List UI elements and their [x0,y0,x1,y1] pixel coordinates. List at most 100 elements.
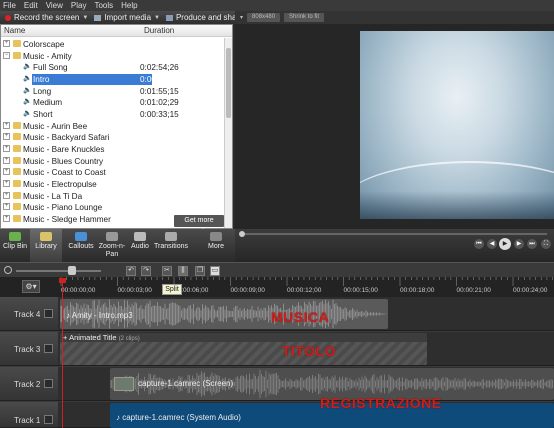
library-item-name: Music - Blues Country [23,156,104,166]
preview-menu-icon[interactable]: ▾ [240,14,243,21]
tool-more[interactable]: More [197,229,235,262]
expand-icon[interactable]: + [3,121,10,129]
library-folder-row[interactable]: + Music - Bare Knuckles [1,144,225,156]
chevron-down-icon: ▼ [82,14,89,21]
track-3-header[interactable]: Track 3 [0,332,58,366]
expand-icon[interactable]: + [3,191,10,199]
scrub-knob[interactable] [239,231,245,237]
library-folder-row[interactable]: + Music - Backyard Safari [1,132,225,144]
dimensions-dropdown[interactable]: 808x480 [247,13,281,22]
library-item-duration: 0:01:02;29 [140,98,179,108]
library-folder-row[interactable]: + Music - Piano Lounge [1,202,225,214]
preview-panel: ▾ 808x480 Shrink to fit [235,11,554,229]
menu-play[interactable]: Play [71,1,87,10]
track-1-header[interactable]: Track 1 [0,402,58,428]
tool-label: Clip Bin [2,243,28,250]
track-2-header[interactable]: Track 2 [0,367,58,401]
track-lock-icon[interactable] [44,309,53,318]
menu-edit[interactable]: Edit [24,1,38,10]
expand-icon[interactable]: + [3,156,10,164]
track-lock-icon[interactable] [44,379,53,388]
cut-button[interactable]: ✂ [162,266,172,276]
column-name-header[interactable]: Name [4,26,25,35]
timeline-ruler[interactable]: ⚙▾ 00:00:00;00 00:00:03;00 00:00:06;00 00:0… [0,277,554,297]
track-lock-icon[interactable] [44,344,53,353]
track-2-label: Track 2 [14,380,41,389]
collapse-icon[interactable]: − [3,51,10,59]
library-item-name: Music - Sledge Hammer [23,214,111,224]
import-media-label: Import media [104,13,152,22]
fullscreen-button[interactable]: ⛶ [541,239,551,249]
library-audio-row[interactable]: 🔈 Full Song 0:02:54;26 [1,62,225,74]
redo-button[interactable]: ↷ [141,266,151,276]
tool-zoom-n-pan[interactable]: Zoom-n- Pan [97,229,127,262]
library-item-name: Medium [33,98,63,108]
menu-tools[interactable]: Tools [94,1,113,10]
library-folder-row[interactable]: − Music - Amity [1,51,225,63]
zoom-n-pan-icon [106,232,118,241]
library-audio-row[interactable]: 🔈 Medium 0:01:02;29 [1,97,225,109]
library-audio-row[interactable]: 🔈 Intro 0:00:17;29 [1,73,225,86]
gear-icon[interactable]: ⚙▾ [22,280,40,293]
expand-icon[interactable]: + [3,168,10,176]
library-header: Name Duration [1,25,232,37]
library-item-name: Full Song [33,63,68,73]
library-audio-row[interactable]: 🔈 Long 0:01:55;15 [1,86,225,98]
zoom-fit-dropdown[interactable]: Shrink to fit [284,13,325,22]
expand-icon[interactable]: + [3,203,10,211]
amity-intro-clip[interactable]: ♪ Amity - Intro.mp3 [60,299,388,329]
copy-button[interactable]: ❐ [195,266,205,276]
library-audio-row[interactable]: 🔈 Short 0:00:33;15 [1,109,225,121]
import-media-button[interactable]: Import media ▼ [94,13,160,22]
play-button[interactable]: ▶ [499,238,511,250]
library-folder-row[interactable]: + Music - Blues Country [1,156,225,168]
audio-icon [134,232,146,241]
tool-label: Transitions [154,243,188,250]
expand-icon[interactable]: + [3,133,10,141]
track-lock-icon[interactable] [44,415,53,424]
scrollbar-thumb[interactable] [226,48,231,118]
tool-transitions[interactable]: Transitions [153,229,189,262]
zoom-slider[interactable] [16,270,101,272]
playhead[interactable] [62,279,63,428]
expand-icon[interactable]: + [3,144,10,152]
menu-help[interactable]: Help [121,1,137,10]
expand-icon[interactable]: + [3,179,10,187]
menu-view[interactable]: View [46,1,63,10]
scrub-bar[interactable] [239,231,547,237]
library-folder-row[interactable]: + Colorscape [1,39,225,51]
tool-callouts[interactable]: Callouts [66,229,96,262]
tool-clip-bin[interactable]: Clip Bin [0,229,30,262]
animated-title-group[interactable]: + Animated Title (2 clips) [60,333,427,365]
zoom-slider-knob[interactable] [68,266,76,275]
column-duration-header[interactable]: Duration [144,26,174,35]
library-folder-row[interactable]: + Music - La Ti Da [1,191,225,203]
next-clip-button[interactable]: ⏭ [527,239,537,249]
tool-library[interactable]: Library [30,229,62,262]
split-button[interactable]: ⫼ [178,266,188,276]
library-folder-row[interactable]: + Music - Electropulse [1,179,225,191]
get-more-media-button[interactable]: Get more media [174,215,224,236]
step-forward-button[interactable]: ▶ [514,239,524,249]
record-screen-button[interactable]: Record the screen ▼ [5,13,88,22]
undo-button[interactable]: ↶ [126,266,136,276]
library-folder-row[interactable]: + Music - Aurin Bee [1,121,225,133]
tool-label: More [208,243,224,250]
library-scrollbar[interactable] [224,38,232,228]
produce-icon [165,14,173,21]
expand-icon[interactable]: + [3,40,10,47]
menu-file[interactable]: File [3,1,16,10]
ruler-ticks[interactable]: 00:00:00;00 00:00:03;00 00:00:06;00 00:00:0… [58,277,554,297]
library-folder-row[interactable]: + Music - Coast to Coast [1,167,225,179]
step-back-button[interactable]: ◀ [487,239,497,249]
zoom-icon [4,266,12,274]
paste-button[interactable]: ▭ [210,266,220,276]
track-2-lane[interactable]: capture-1.camrec (Screen) [58,367,554,401]
track-1-lane[interactable]: ♪ capture-1.camrec (System Audio) [58,402,554,428]
track-4-header[interactable]: Track 4 [0,297,58,331]
previous-clip-button[interactable]: ⏮ [474,239,484,249]
expand-icon[interactable]: + [3,214,10,222]
preview-canvas[interactable] [360,31,554,219]
folder-icon [13,40,21,47]
tool-audio[interactable]: Audio [128,229,152,262]
